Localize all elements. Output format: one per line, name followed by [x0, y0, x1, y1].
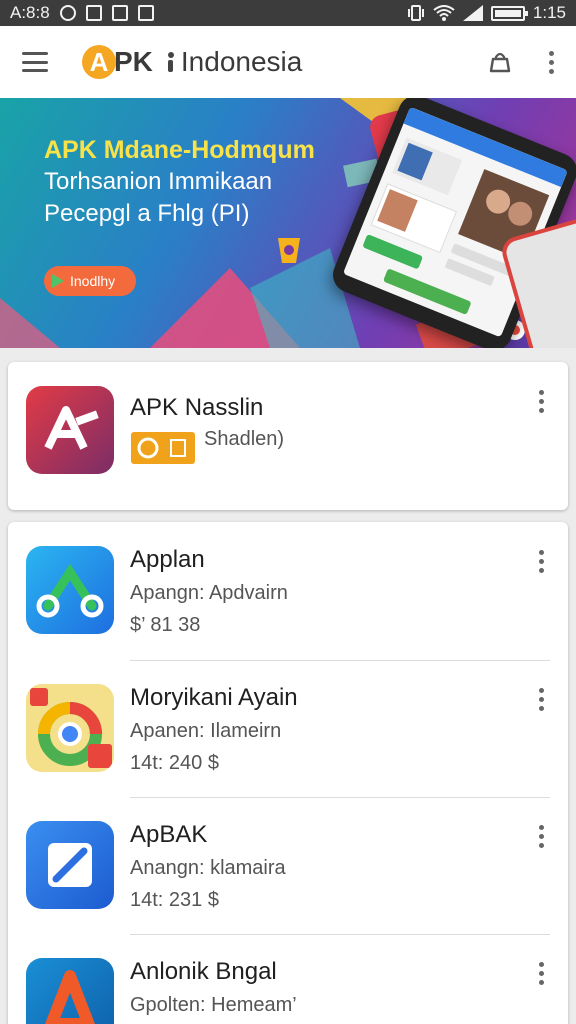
app-subtitle: Apanen: Ilameirn [130, 720, 282, 742]
banner-headline: APK Mdane-Hodmqum [44, 136, 315, 164]
app-notification-icon [111, 5, 128, 21]
app-price: 14t: 240 $ [130, 752, 219, 774]
featured-app-name: APK Nasslin [130, 394, 264, 421]
list-item[interactable]: Applan Apangn: Apdvairn $’ 81 38 [8, 522, 568, 658]
promo-banner[interactable]: APK Mdane-Hodmqum Torhsanion Immikaan Pe… [0, 98, 576, 348]
app-subtitle: Gpolten: Hemeam’ [130, 994, 297, 1016]
play-store-icon [52, 274, 64, 288]
sync-icon [59, 5, 76, 21]
app-price: $’ 81 38 [130, 614, 201, 636]
battery-icon [490, 5, 528, 21]
banner-button-label: Inodlhy [70, 273, 116, 289]
app-subtitle: Apangn: Apdvairn [130, 582, 288, 604]
banner-download-button[interactable]: Inodlhy [44, 266, 136, 296]
status-bar: A:8:8 1:15 [0, 0, 576, 26]
page-title: Indonesia [180, 46, 303, 77]
vibrate-icon [407, 5, 424, 21]
app-name: ApBAK [130, 821, 208, 848]
status-carrier: A:8:8 [10, 3, 50, 22]
featured-app-icon [26, 386, 114, 474]
app-price: 14t: 231 $ [130, 889, 219, 911]
location-icon [167, 52, 175, 72]
featured-badge-icon [131, 432, 195, 464]
list-item[interactable]: ApBAK Anangn: klamaira 14t: 231 $ [8, 797, 568, 933]
featured-app-subtitle: Shadlen) [204, 428, 285, 450]
app-name: Anlonik Bngal [130, 958, 277, 985]
gallery-notification-icon [85, 5, 102, 21]
banner-tagline: Pecepgl a Fhlg (PI) [44, 200, 250, 227]
media-notification-icon [137, 5, 154, 21]
signal-icon [462, 5, 483, 21]
featured-app-card[interactable]: APK Nasslin Shadlen) [8, 362, 568, 510]
app-list-card: Applan Apangn: Apdvairn $’ 81 38 Moryika… [8, 522, 568, 1024]
logo-text: PK [114, 46, 153, 77]
wifi-icon [433, 5, 455, 21]
logo-letter: A [82, 45, 116, 79]
app-name: Moryikani Ayain [130, 684, 298, 711]
more-options-icon[interactable] [538, 688, 544, 711]
app-icon [26, 684, 114, 772]
overflow-menu-icon[interactable] [548, 50, 554, 74]
app-icon [26, 546, 114, 634]
more-options-icon[interactable] [538, 825, 544, 848]
more-options-icon[interactable] [538, 550, 544, 573]
more-options-icon[interactable] [538, 962, 544, 985]
app-bar: A PK Indonesia [0, 26, 576, 98]
app-icon [26, 821, 114, 909]
status-time: 1:15 [532, 3, 566, 22]
app-logo[interactable]: A PK Indonesia [82, 45, 302, 79]
list-item[interactable]: Anlonik Bngal Gpolten: Hemeam’ [8, 934, 568, 1024]
menu-icon[interactable] [22, 52, 48, 72]
app-icon [26, 958, 114, 1024]
featured-more-icon[interactable] [538, 390, 544, 413]
shopping-bag-icon[interactable] [488, 51, 512, 73]
list-item[interactable]: Moryikani Ayain Apanen: Ilameirn 14t: 24… [8, 660, 568, 796]
app-name: Applan [130, 546, 205, 573]
app-subtitle: Anangn: klamaira [130, 857, 286, 879]
banner-subheadline: Torhsanion Immikaan [44, 168, 273, 195]
